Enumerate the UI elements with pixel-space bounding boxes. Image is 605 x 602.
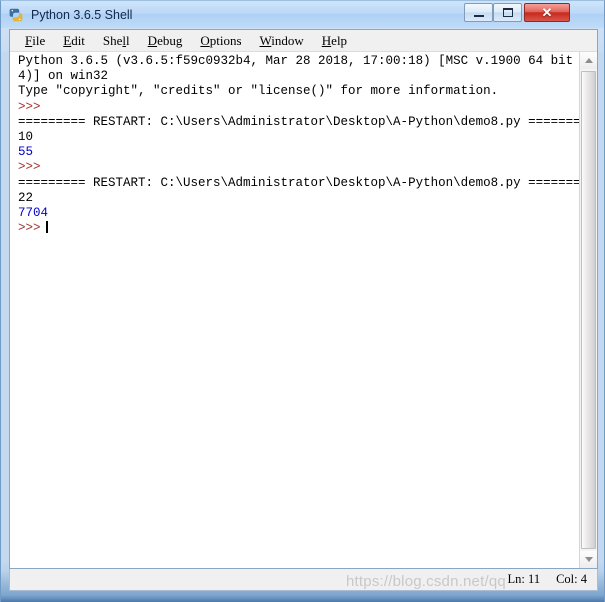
shell-client-area: File Edit Shell Debug Options Window Hel… — [9, 29, 598, 569]
window-title: Python 3.6.5 Shell — [31, 7, 133, 22]
scroll-down-icon — [584, 557, 593, 562]
close-icon: ✕ — [541, 5, 553, 20]
console-line: 4)] on win32 — [18, 69, 579, 84]
status-bar: Ln: 11 Col: 4 — [9, 569, 598, 591]
python-idle-icon — [8, 7, 24, 23]
menu-bar: File Edit Shell Debug Options Window Hel… — [10, 30, 597, 52]
scrollbar-track[interactable] — [580, 69, 597, 551]
console-line-text-prompt: >>> — [18, 160, 41, 175]
console-line: 10 — [18, 130, 579, 145]
console-line: ========= RESTART: C:\Users\Administrato… — [18, 176, 579, 191]
console-line-text-stdout: 22 — [18, 190, 34, 205]
title-bar[interactable]: Python 3.6.5 Shell ✕ — [1, 1, 604, 28]
console-line: Type "copyright", "credits" or "license(… — [18, 84, 579, 99]
scroll-up-icon — [584, 58, 593, 63]
menu-item-debug[interactable]: Debug — [139, 31, 192, 51]
menu-item-window[interactable]: Window — [251, 31, 313, 51]
console-line-text-restart: ========= RESTART: C:\Users\Administrato… — [18, 175, 579, 190]
console-line-text-restart: ========= RESTART: C:\Users\Administrato… — [18, 114, 579, 129]
console-line: 55 — [18, 145, 579, 160]
minimize-icon — [473, 14, 484, 17]
close-button[interactable]: ✕ — [524, 3, 570, 22]
status-line-number: Ln: 11 — [507, 572, 541, 586]
console-line-text-banner: Type "copyright", "credits" or "license(… — [18, 84, 499, 99]
scroll-up-button[interactable] — [580, 52, 597, 69]
console-line: 7704 — [18, 206, 579, 221]
menu-item-edit[interactable]: Edit — [54, 31, 94, 51]
console-region: Python 3.6.5 (v3.6.5:f59c0932b4, Mar 28 … — [10, 52, 597, 568]
console-line: >>> — [18, 160, 579, 175]
console-line-text-stdout_blue: 7704 — [18, 206, 49, 221]
shell-text-area[interactable]: Python 3.6.5 (v3.6.5:f59c0932b4, Mar 28 … — [10, 52, 579, 568]
console-line: ========= RESTART: C:\Users\Administrato… — [18, 115, 579, 130]
console-line-text-stdout_blue: 55 — [18, 145, 34, 160]
minimize-button[interactable] — [464, 3, 493, 22]
vertical-scrollbar[interactable] — [579, 52, 597, 568]
console-line-text-stdout: 10 — [18, 130, 34, 145]
console-line: 22 — [18, 191, 579, 206]
menu-item-shell[interactable]: Shell — [94, 31, 139, 51]
text-cursor — [45, 221, 48, 234]
console-line: Python 3.6.5 (v3.6.5:f59c0932b4, Mar 28 … — [18, 54, 579, 69]
console-line-text-banner: 4)] on win32 — [18, 69, 109, 84]
console-line-text-banner: Python 3.6.5 (v3.6.5:f59c0932b4, Mar 28 … — [18, 54, 579, 68]
status-column-number: Col: 4 — [556, 572, 587, 586]
scrollbar-thumb[interactable] — [581, 71, 596, 549]
maximize-icon — [502, 8, 513, 17]
console-line-text-prompt: >>> — [18, 99, 41, 114]
idle-shell-window: Python 3.6.5 Shell ✕ File Edit Shell Deb… — [0, 0, 605, 602]
scroll-down-button[interactable] — [580, 551, 597, 568]
menu-item-help[interactable]: Help — [313, 31, 356, 51]
menu-item-file[interactable]: File — [16, 31, 54, 51]
console-line: >>> — [18, 221, 579, 236]
console-line-text-prompt_cursor: >>> — [18, 221, 41, 236]
console-line: >>> — [18, 100, 579, 115]
maximize-button[interactable] — [493, 3, 522, 22]
menu-item-options[interactable]: Options — [191, 31, 250, 51]
